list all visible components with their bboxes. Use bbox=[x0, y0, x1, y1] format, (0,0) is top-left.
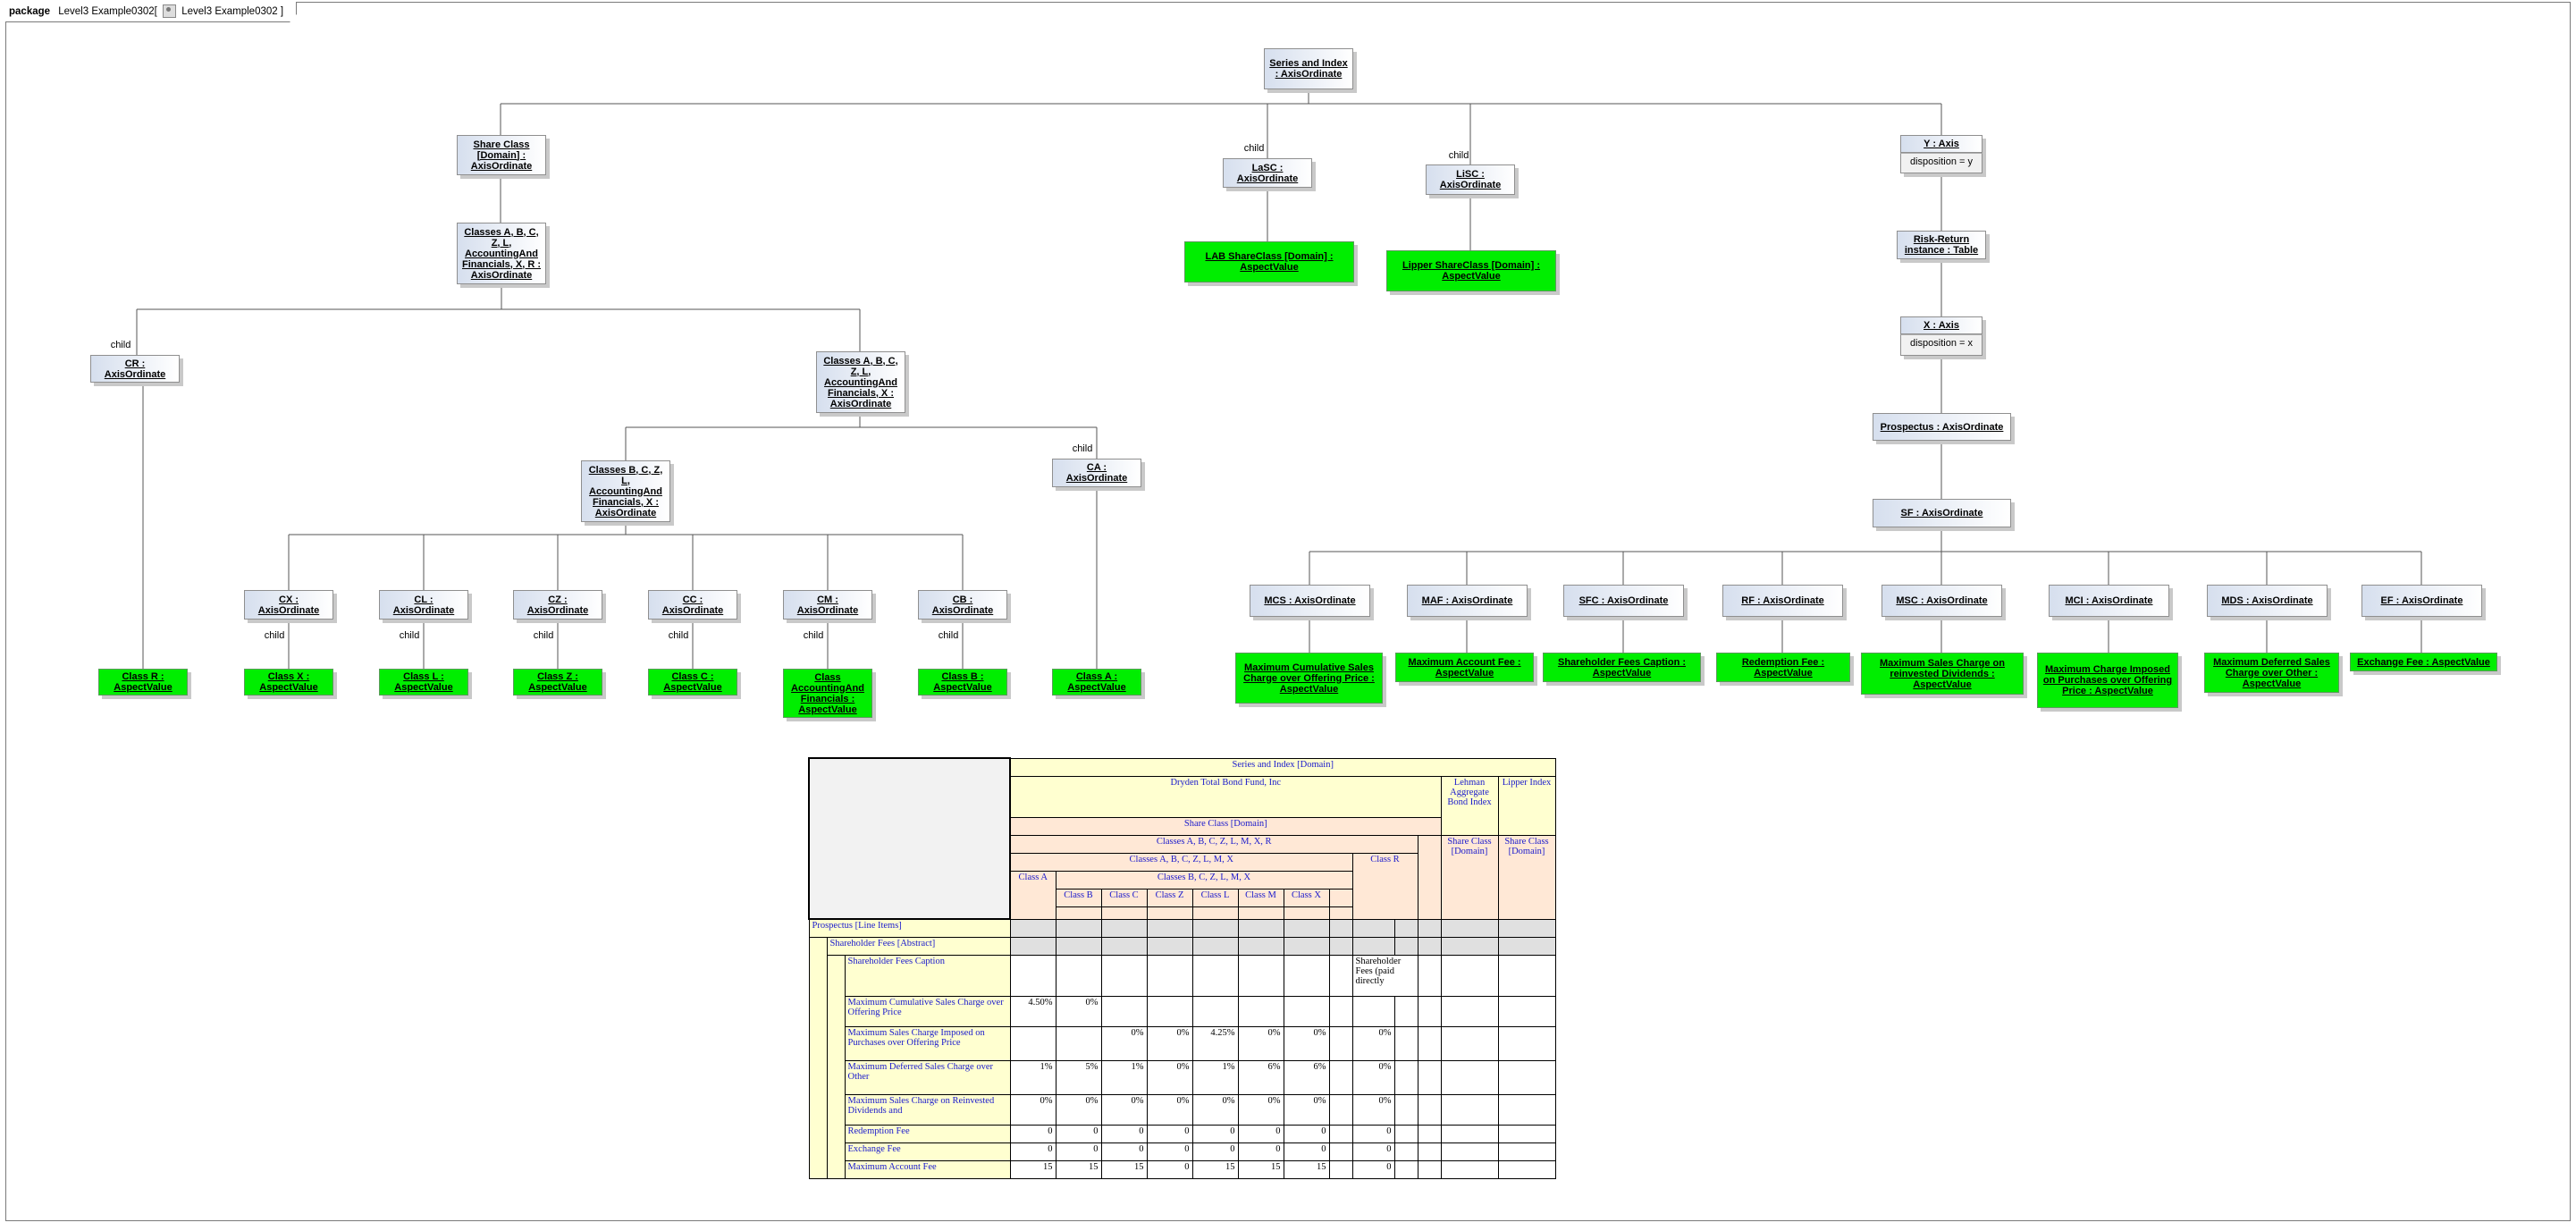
link-classes-bcz bbox=[288, 522, 964, 590]
table-row: Redemption Fee 00000000 bbox=[809, 1124, 1556, 1143]
classes-x-header: Classes A, B, C, Z, L, M, X bbox=[1009, 852, 1353, 872]
x-disposition: disposition = x bbox=[1900, 334, 1983, 356]
y-disposition: disposition = y bbox=[1900, 153, 1983, 173]
cx-node[interactable]: CX : AxisOrdinate bbox=[244, 590, 333, 620]
class-b-col-header: Class B bbox=[1055, 888, 1102, 907]
rf-value[interactable]: Redemption Fee : AspectValue bbox=[1716, 653, 1850, 682]
series-domain-header: Series and Index [Domain] bbox=[1009, 757, 1556, 777]
ef-node[interactable]: EF : AxisOrdinate bbox=[2361, 585, 2482, 617]
rf-node[interactable]: RF : AxisOrdinate bbox=[1722, 585, 1843, 617]
share-class-node[interactable]: Share Class [Domain] : AxisOrdinate bbox=[457, 135, 546, 175]
spacer-col-header bbox=[1328, 888, 1353, 907]
cm-node[interactable]: CM : AxisOrdinate bbox=[783, 590, 872, 620]
class-l-col-header: Class L bbox=[1191, 888, 1239, 907]
msc-value[interactable]: Maximum Sales Charge on reinvested Divid… bbox=[1861, 653, 2024, 695]
mcs-node[interactable]: MCS : AxisOrdinate bbox=[1250, 585, 1370, 617]
ef-value[interactable]: Exchange Fee : AspectValue bbox=[2350, 653, 2497, 671]
table-row: Exchange Fee 00000000 bbox=[809, 1142, 1556, 1161]
caption-label: Shareholder Fees Caption bbox=[844, 954, 1011, 997]
edge-label-child: child bbox=[803, 630, 824, 641]
edge-label-child: child bbox=[399, 630, 420, 641]
mds-value[interactable]: Maximum Deferred Sales Charge over Other… bbox=[2204, 653, 2339, 693]
lisc-node[interactable]: LiSC : AxisOrdinate bbox=[1426, 164, 1515, 195]
edge-label-child: child bbox=[110, 340, 131, 350]
table-row: Maximum Account Fee 15 15 15 0 15 15 15 0 bbox=[809, 1159, 1556, 1179]
class-r-header: Class R bbox=[1351, 852, 1418, 920]
lasc-node[interactable]: LaSC : AxisOrdinate bbox=[1223, 158, 1312, 188]
class-accounting-value[interactable]: Class AccountingAnd Financials : AspectV… bbox=[783, 669, 872, 718]
edge-label-child: child bbox=[264, 630, 285, 641]
shareholder-fees-row: Shareholder Fees [Abstract] bbox=[808, 936, 1556, 1179]
class-c-value[interactable]: Class C : AspectValue bbox=[648, 669, 737, 696]
sf-node[interactable]: SF : AxisOrdinate bbox=[1873, 499, 2011, 527]
y-axis-node[interactable]: Y : Axis bbox=[1900, 135, 1983, 153]
class-a-header: Class A bbox=[1009, 870, 1056, 920]
edge-label-child: child bbox=[1448, 150, 1469, 161]
edge-label-child: child bbox=[533, 630, 554, 641]
ca-node[interactable]: CA : AxisOrdinate bbox=[1052, 459, 1141, 487]
cr-node[interactable]: CR : AxisOrdinate bbox=[90, 355, 180, 383]
link-sf-leaves bbox=[1309, 617, 2422, 653]
class-c-col-header: Class C bbox=[1100, 888, 1148, 907]
lab-shareclass-value[interactable]: LAB ShareClass [Domain] : AspectValue bbox=[1184, 241, 1354, 282]
edge-label-child: child bbox=[1072, 443, 1093, 454]
mci-value[interactable]: Maximum Charge Imposed on Purchases over… bbox=[2037, 653, 2178, 708]
table-row: Maximum Sales Charge Imposed on Purchase… bbox=[809, 1025, 1556, 1061]
cl-node[interactable]: CL : AxisOrdinate bbox=[379, 590, 468, 620]
class-m-col-header: Class M bbox=[1237, 888, 1284, 907]
sfc-node[interactable]: SFC : AxisOrdinate bbox=[1563, 585, 1684, 617]
class-a-value[interactable]: Class A : AspectValue bbox=[1052, 669, 1141, 696]
cc-node[interactable]: CC : AxisOrdinate bbox=[648, 590, 737, 620]
empty-header bbox=[1417, 834, 1442, 920]
lipper-header: Lipper Index bbox=[1497, 775, 1556, 836]
classes-abcz-x-node[interactable]: Classes A, B, C, Z, L, AccountingAnd Fin… bbox=[816, 351, 905, 413]
table-corner bbox=[808, 757, 1011, 920]
table-row: Maximum Cumulative Sales Charge over Off… bbox=[809, 995, 1556, 1027]
caption-note: Shareholder Fees (paid directly bbox=[1351, 954, 1418, 997]
class-z-col-header: Class Z bbox=[1146, 888, 1193, 907]
instance-table: Series and Index [Domain] Dryden Total B… bbox=[808, 757, 1556, 1179]
fund-header: Dryden Total Bond Fund, Inc bbox=[1009, 775, 1442, 818]
lipper-sc-header: Share Class [Domain] bbox=[1497, 834, 1556, 920]
class-r-value[interactable]: Class R : AspectValue bbox=[98, 669, 188, 696]
lehman-header: Lehman Aggregate Bond Index bbox=[1440, 775, 1499, 836]
class-b-value[interactable]: Class B : AspectValue bbox=[918, 669, 1007, 696]
prospectus-row: Prospectus [Line Items] bbox=[808, 918, 1556, 938]
link-series-branches bbox=[500, 89, 1942, 164]
table-row: Maximum Sales Charge on Reinvested Divid… bbox=[809, 1093, 1556, 1126]
classes-bx-header: Classes B, C, Z, L, M, X bbox=[1055, 870, 1353, 890]
caption-row: Shareholder Fees Caption Shareholder Fee… bbox=[809, 954, 1556, 1179]
lehman-sc-header: Share Class [Domain] bbox=[1440, 834, 1499, 920]
mds-node[interactable]: MDS : AxisOrdinate bbox=[2207, 585, 2328, 617]
sfc-value[interactable]: Shareholder Fees Caption : AspectValue bbox=[1543, 653, 1701, 682]
shareholder-fees-label: Shareholder Fees [Abstract] bbox=[826, 936, 1011, 956]
link-sf-children bbox=[1309, 551, 2422, 585]
class-z-value[interactable]: Class Z : AspectValue bbox=[513, 669, 602, 696]
cz-node[interactable]: CZ : AxisOrdinate bbox=[513, 590, 602, 620]
maf-value[interactable]: Maximum Account Fee : AspectValue bbox=[1395, 653, 1534, 682]
share-class-domain-header: Share Class [Domain] bbox=[1009, 816, 1442, 836]
classes-abcz-r-node[interactable]: Classes A, B, C, Z, L, AccountingAnd Fin… bbox=[457, 223, 546, 284]
edge-label-child: child bbox=[668, 630, 689, 641]
cb-node[interactable]: CB : AxisOrdinate bbox=[918, 590, 1007, 620]
maf-node[interactable]: MAF : AxisOrdinate bbox=[1407, 585, 1528, 617]
mci-node[interactable]: MCI : AxisOrdinate bbox=[2049, 585, 2169, 617]
msc-node[interactable]: MSC : AxisOrdinate bbox=[1881, 585, 2002, 617]
class-x-value[interactable]: Class X : AspectValue bbox=[244, 669, 333, 696]
table-row: Maximum Deferred Sales Charge over Other… bbox=[809, 1059, 1556, 1095]
edge-label-child: child bbox=[1243, 143, 1265, 154]
class-l-value[interactable]: Class L : AspectValue bbox=[379, 669, 468, 696]
class-x-col-header: Class X bbox=[1283, 888, 1330, 907]
prospectus-node[interactable]: Prospectus : AxisOrdinate bbox=[1873, 413, 2011, 441]
lipper-shareclass-value[interactable]: Lipper ShareClass [Domain] : AspectValue bbox=[1386, 250, 1556, 291]
prospectus-label: Prospectus [Line Items] bbox=[808, 918, 1011, 938]
link-classes-x bbox=[625, 413, 1098, 460]
mcs-value[interactable]: Maximum Cumulative Sales Charge over Off… bbox=[1235, 653, 1383, 704]
classes-bcz-node[interactable]: Classes B, C, Z, L, AccountingAnd Financ… bbox=[581, 460, 670, 522]
classes-r-header: Classes A, B, C, Z, L, M, X, R bbox=[1009, 834, 1418, 854]
series-index-node[interactable]: Series and Index : AxisOrdinate bbox=[1264, 48, 1353, 89]
edge-label-child: child bbox=[938, 630, 959, 641]
risk-return-table-node[interactable]: Risk-Return instance : Table bbox=[1897, 231, 1986, 259]
x-axis-node[interactable]: X : Axis bbox=[1900, 316, 1983, 334]
